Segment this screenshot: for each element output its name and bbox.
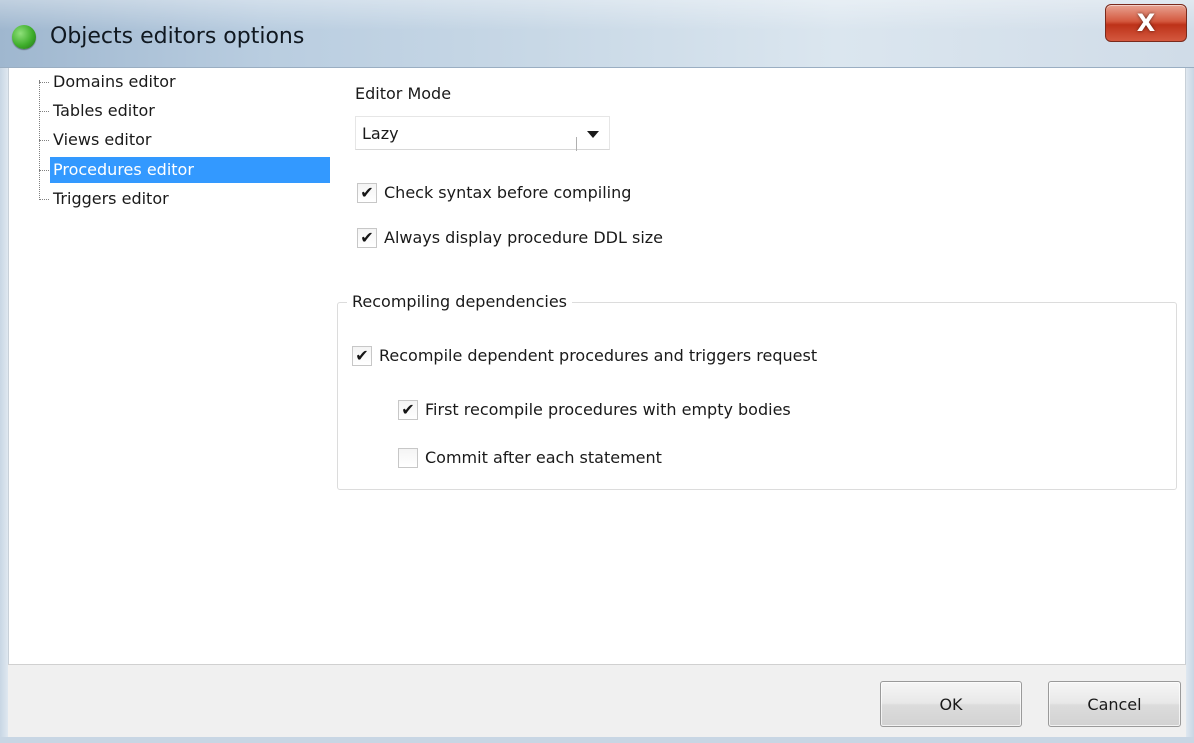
tree-item-label: Views editor (53, 130, 152, 149)
check-syntax-label: Check syntax before compiling (384, 183, 632, 202)
commit-each-checkbox[interactable] (398, 448, 418, 468)
commit-each-label: Commit after each statement (425, 448, 662, 467)
tree-branch-line (39, 82, 49, 83)
close-icon: X (1136, 9, 1156, 37)
tree-item-label: Domains editor (53, 72, 176, 91)
title-bar: Objects editors options X (0, 0, 1194, 68)
window-frame-left (0, 68, 8, 743)
tree-branch-line (39, 199, 49, 200)
recompile-dependent-label: Recompile dependent procedures and trigg… (379, 346, 818, 365)
chevron-down-icon[interactable] (587, 131, 599, 138)
first-recompile-empty-checkbox[interactable]: ✔ (398, 400, 418, 420)
cancel-button[interactable]: Cancel (1048, 681, 1181, 727)
always-display-ddl-label: Always display procedure DDL size (384, 228, 663, 247)
check-syntax-checkbox[interactable]: ✔ (357, 183, 377, 203)
always-display-ddl-checkbox[interactable]: ✔ (357, 228, 377, 248)
window-frame-bottom (0, 737, 1194, 743)
tree-item-tables-editor[interactable]: Tables editor (39, 98, 329, 124)
first-recompile-empty-label: First recompile procedures with empty bo… (425, 400, 791, 419)
combo-divider (576, 137, 577, 151)
tree-item-label: Triggers editor (53, 189, 169, 208)
app-icon (12, 25, 36, 49)
tree-branch-line (39, 140, 49, 141)
window-frame-right (1186, 68, 1194, 743)
editor-tree[interactable]: Domains editor Tables editor Views edito… (17, 68, 330, 268)
close-button[interactable]: X (1105, 4, 1187, 42)
ok-button[interactable]: OK (880, 681, 1022, 727)
tree-item-label: Tables editor (53, 101, 155, 120)
tree-item-procedures-editor[interactable]: Procedures editor (39, 157, 330, 183)
tree-branch-line (39, 111, 49, 112)
recompile-dependent-checkbox[interactable]: ✔ (352, 346, 372, 366)
editor-mode-label: Editor Mode (355, 84, 452, 103)
editor-mode-value: Lazy (362, 124, 399, 143)
dialog-body: Domains editor Tables editor Views edito… (8, 68, 1186, 672)
tree-item-domains-editor[interactable]: Domains editor (39, 69, 329, 95)
recompiling-dependencies-title: Recompiling dependencies (347, 292, 572, 311)
tree-item-views-editor[interactable]: Views editor (39, 127, 329, 153)
dialog-footer: OK Cancel (8, 665, 1186, 743)
editor-mode-select[interactable]: Lazy (355, 116, 610, 151)
tree-item-label: Procedures editor (50, 157, 330, 183)
tree-branch-line (39, 170, 49, 171)
tree-item-triggers-editor[interactable]: Triggers editor (39, 186, 329, 212)
window-title: Objects editors options (50, 24, 305, 49)
